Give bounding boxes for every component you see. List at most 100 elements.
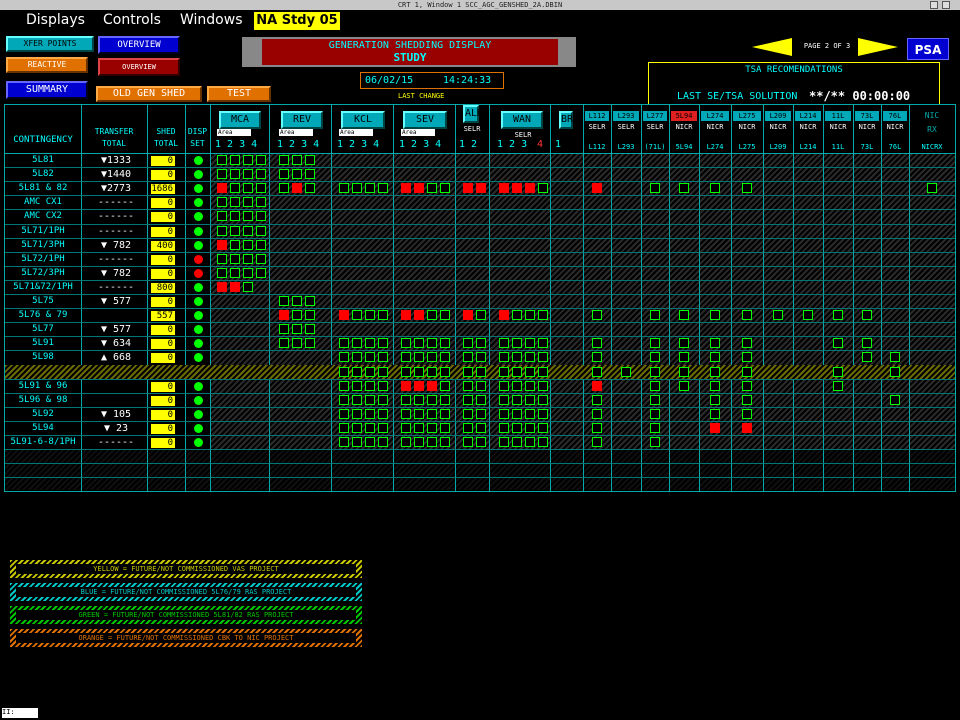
line-indicator[interactable]: [710, 422, 720, 433]
line-indicator[interactable]: [710, 338, 720, 349]
line-indicator[interactable]: [833, 310, 843, 321]
shed-indicator-alh[interactable]: [476, 422, 486, 433]
shed-indicator-sev[interactable]: [414, 437, 424, 447]
shed-indicator-mca[interactable]: [230, 211, 240, 222]
shed-indicator-wan[interactable]: [525, 422, 535, 433]
shed-indicator-sev[interactable]: [401, 408, 411, 419]
shed-indicator-mca[interactable]: [256, 253, 266, 264]
disp-set-indicator[interactable]: [194, 212, 203, 222]
shed-indicator-kcl[interactable]: [365, 366, 375, 377]
shed-indicator-mca[interactable]: [217, 253, 227, 264]
shed-indicator-wan[interactable]: [512, 408, 522, 419]
line-indicator[interactable]: [650, 380, 660, 391]
shed-indicator-rev[interactable]: [292, 155, 302, 165]
shed-indicator-sev[interactable]: [427, 366, 437, 377]
shed-indicator-wan[interactable]: [512, 352, 522, 363]
line-indicator[interactable]: [592, 394, 602, 405]
shed-indicator-mca[interactable]: [256, 267, 266, 278]
shed-indicator-mca[interactable]: [256, 239, 266, 250]
shed-indicator-kcl[interactable]: [378, 352, 388, 363]
shed-indicator-wan[interactable]: [512, 422, 522, 433]
disp-set-indicator[interactable]: [194, 325, 203, 335]
shed-indicator-alh[interactable]: [463, 310, 473, 321]
shed-indicator-wan[interactable]: [538, 352, 548, 363]
line-l275-button[interactable]: L275: [733, 111, 761, 121]
disp-set-indicator[interactable]: [194, 268, 203, 278]
shed-indicator-kcl[interactable]: [352, 394, 362, 405]
shed-indicator-sev[interactable]: [414, 338, 424, 349]
shed-indicator-rev[interactable]: [292, 169, 302, 180]
shed-indicator-mca[interactable]: [230, 253, 240, 264]
shed-indicator-alh[interactable]: [463, 380, 473, 391]
shed-indicator-alh[interactable]: [476, 408, 486, 419]
line-indicator[interactable]: [679, 338, 689, 349]
line-indicator[interactable]: [650, 366, 660, 377]
line-indicator[interactable]: [862, 338, 872, 349]
shed-indicator-mca[interactable]: [230, 239, 240, 250]
menu-displays[interactable]: Displays: [26, 12, 85, 28]
shed-indicator-mca[interactable]: [217, 239, 227, 250]
shed-indicator-wan[interactable]: [525, 437, 535, 447]
shed-indicator-sev[interactable]: [440, 380, 450, 391]
shed-indicator-kcl[interactable]: [352, 310, 362, 321]
menu-windows[interactable]: Windows: [180, 12, 243, 28]
shed-indicator-kcl[interactable]: [352, 408, 362, 419]
shed-indicator-sev[interactable]: [440, 394, 450, 405]
line-indicator[interactable]: [592, 352, 602, 363]
shed-indicator-sev[interactable]: [427, 422, 437, 433]
shed-indicator-wan[interactable]: [525, 310, 535, 321]
contingency-5l81[interactable]: 5L81: [5, 155, 81, 165]
line-76l-button[interactable]: 76L: [883, 111, 907, 121]
group-brx-button[interactable]: BRX: [559, 111, 579, 129]
shed-indicator-wan[interactable]: [525, 183, 535, 194]
line-indicator[interactable]: [710, 366, 720, 377]
shed-indicator-kcl[interactable]: [378, 394, 388, 405]
line-l209-button[interactable]: L209: [765, 111, 791, 121]
shed-indicator-alh[interactable]: [463, 394, 473, 405]
shed-indicator-sev[interactable]: [440, 408, 450, 419]
shed-indicator-alh[interactable]: [463, 183, 473, 194]
shed-indicator-sev[interactable]: [401, 394, 411, 405]
shed-indicator-wan[interactable]: [538, 310, 548, 321]
disp-set-indicator[interactable]: [194, 381, 203, 391]
line-indicator[interactable]: [592, 338, 602, 349]
shed-indicator-alh[interactable]: [463, 408, 473, 419]
disp-set-indicator[interactable]: [194, 226, 203, 236]
shed-indicator-kcl[interactable]: [365, 408, 375, 419]
line-indicator[interactable]: [927, 183, 937, 194]
shed-indicator-kcl[interactable]: [339, 366, 349, 377]
shed-indicator-mca[interactable]: [243, 211, 253, 222]
shed-indicator-rev[interactable]: [279, 310, 289, 321]
line-indicator[interactable]: [650, 437, 660, 447]
shed-indicator-wan[interactable]: [499, 338, 509, 349]
shed-indicator-kcl[interactable]: [365, 437, 375, 447]
shed-indicator-rev[interactable]: [305, 183, 315, 194]
contingency-5l71-1ph[interactable]: 5L71/1PH: [5, 226, 81, 236]
disp-set-indicator[interactable]: [194, 395, 203, 405]
shed-indicator-kcl[interactable]: [339, 437, 349, 447]
line-indicator[interactable]: [592, 380, 602, 391]
shed-indicator-kcl[interactable]: [352, 338, 362, 349]
shed-indicator-wan[interactable]: [538, 366, 548, 377]
shed-indicator-sev[interactable]: [401, 437, 411, 447]
shed-indicator-mca[interactable]: [230, 197, 240, 208]
group-mca-button[interactable]: MCA: [219, 111, 261, 129]
shed-indicator-sev[interactable]: [401, 380, 411, 391]
disp-set-indicator[interactable]: [194, 297, 203, 306]
line-indicator[interactable]: [621, 366, 631, 377]
shed-indicator-kcl[interactable]: [339, 338, 349, 349]
disp-set-indicator[interactable]: [194, 184, 203, 194]
shed-indicator-rev[interactable]: [279, 324, 289, 335]
shed-indicator-mca[interactable]: [230, 155, 240, 165]
shed-indicator-kcl[interactable]: [339, 422, 349, 433]
shed-indicator-kcl[interactable]: [378, 310, 388, 321]
shed-indicator-rev[interactable]: [292, 324, 302, 335]
shed-indicator-wan[interactable]: [525, 338, 535, 349]
shed-indicator-rev[interactable]: [305, 155, 315, 165]
shed-indicator-rev[interactable]: [279, 296, 289, 306]
line-indicator[interactable]: [679, 380, 689, 391]
summary-button[interactable]: SUMMARY: [6, 81, 88, 99]
shed-indicator-alh[interactable]: [476, 366, 486, 377]
shed-indicator-alh[interactable]: [476, 352, 486, 363]
disp-set-indicator[interactable]: [194, 282, 203, 292]
